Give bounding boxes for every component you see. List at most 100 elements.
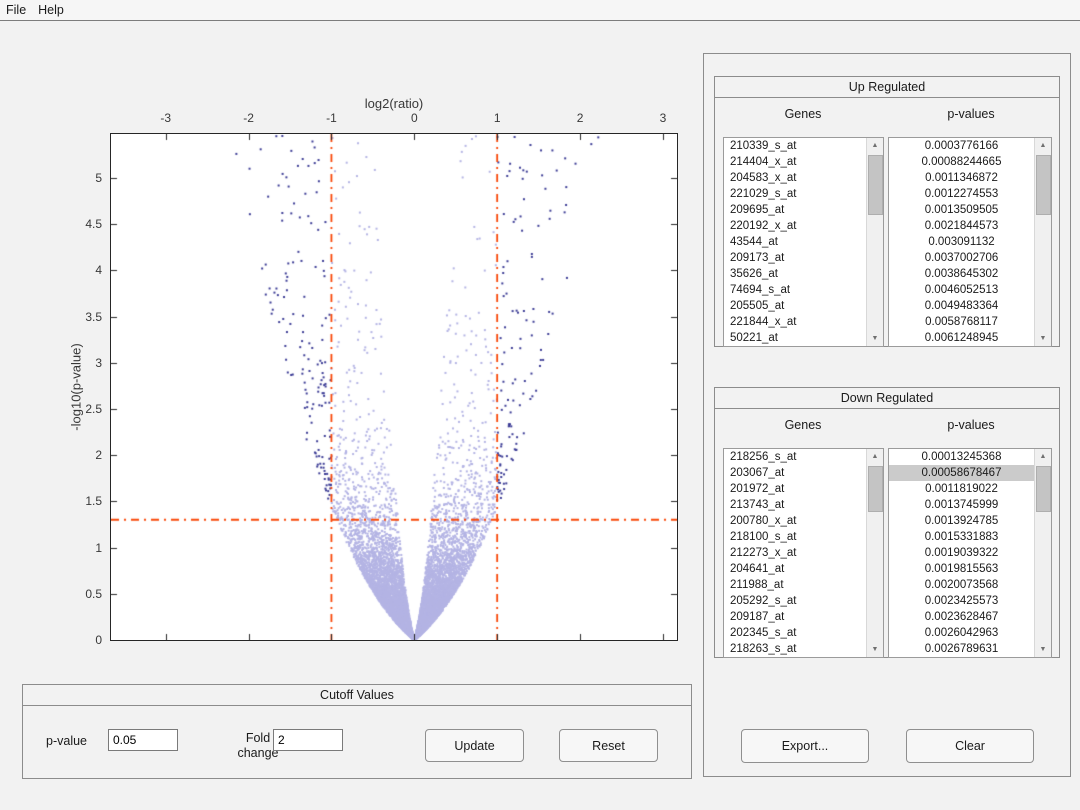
pvalue-list-item[interactable]: 0.0012274553 xyxy=(889,186,1034,202)
pvalue-list-item[interactable]: 0.0026042963 xyxy=(889,625,1034,641)
pvalue-list-item[interactable]: 0.0003776166 xyxy=(889,138,1034,154)
gene-list-item[interactable]: 35626_at xyxy=(724,266,866,282)
down-genes-listbox[interactable]: 218256_s_at203067_at201972_at213743_at20… xyxy=(723,448,884,658)
gene-list-item[interactable]: 209695_at xyxy=(724,202,866,218)
scroll-thumb[interactable] xyxy=(1036,155,1051,215)
update-button[interactable]: Update xyxy=(425,729,524,762)
scroll-up-icon[interactable]: ▲ xyxy=(1035,449,1051,464)
p-value-input[interactable] xyxy=(108,729,178,751)
pvalue-list-item[interactable]: 0.0011819022 xyxy=(889,481,1034,497)
x-tick-label: 1 xyxy=(494,111,501,125)
scrollbar[interactable]: ▲ ▼ xyxy=(866,138,883,346)
pvalue-list-item[interactable]: 0.0049483364 xyxy=(889,298,1034,314)
scroll-thumb[interactable] xyxy=(1036,466,1051,512)
pvalue-list-item[interactable]: 0.0013924785 xyxy=(889,513,1034,529)
gene-list-item[interactable]: 218256_s_at xyxy=(724,449,866,465)
gene-list-item[interactable]: 221029_s_at xyxy=(724,186,866,202)
down-pvalues-listbox[interactable]: 0.000132453680.000586784670.00118190220.… xyxy=(888,448,1052,658)
pvalue-list-item[interactable]: 0.0015331883 xyxy=(889,529,1034,545)
gene-list-item[interactable]: 213743_at xyxy=(724,497,866,513)
scroll-up-icon[interactable]: ▲ xyxy=(867,138,883,153)
plot-box xyxy=(110,133,678,641)
pvalue-list-item[interactable]: 0.0026789631 xyxy=(889,641,1034,657)
x-tick-label: 3 xyxy=(660,111,667,125)
gene-list-item[interactable]: 211988_at xyxy=(724,577,866,593)
x-tick-label: -3 xyxy=(160,111,171,125)
gene-list-item[interactable]: 209187_at xyxy=(724,609,866,625)
menu-help[interactable]: Help xyxy=(32,3,70,17)
clear-button[interactable]: Clear xyxy=(906,729,1034,763)
gene-list-item[interactable]: 209173_at xyxy=(724,250,866,266)
pvalue-list-item[interactable]: 0.0011346872 xyxy=(889,170,1034,186)
scroll-down-icon[interactable]: ▼ xyxy=(1035,331,1051,346)
gene-list-item[interactable]: 202345_s_at xyxy=(724,625,866,641)
pvalue-list-item[interactable]: 0.0023628467 xyxy=(889,609,1034,625)
gene-list-item[interactable]: 203067_at xyxy=(724,465,866,481)
gene-list-item[interactable]: 205505_at xyxy=(724,298,866,314)
gene-list-item[interactable]: 210339_s_at xyxy=(724,138,866,154)
pvalue-list-item[interactable]: 0.00088244665 xyxy=(889,154,1034,170)
gene-list-item[interactable]: 212273_x_at xyxy=(724,545,866,561)
y-tick-label: 5 xyxy=(40,171,102,185)
up-pvalues-header: p-values xyxy=(891,107,1051,121)
gene-list-item[interactable]: 218100_s_at xyxy=(724,529,866,545)
pvalue-list-item[interactable]: 0.00013245368 xyxy=(889,449,1034,465)
x-tick-label: -2 xyxy=(243,111,254,125)
x-axis-label: log2(ratio) xyxy=(365,96,424,111)
pvalue-list-item[interactable]: 0.0023425573 xyxy=(889,593,1034,609)
y-tick-label: 4.5 xyxy=(40,217,102,231)
pvalue-list-item[interactable]: 0.0019815563 xyxy=(889,561,1034,577)
pvalue-list-item[interactable]: 0.0020073568 xyxy=(889,577,1034,593)
scroll-thumb[interactable] xyxy=(868,155,883,215)
up-genes-listbox[interactable]: 210339_s_at214404_x_at204583_x_at221029_… xyxy=(723,137,884,347)
gene-list-item[interactable]: 214404_x_at xyxy=(724,154,866,170)
p-value-label: p-value xyxy=(46,734,87,748)
scroll-down-icon[interactable]: ▼ xyxy=(867,331,883,346)
gene-list-item[interactable]: 221844_x_at xyxy=(724,314,866,330)
gene-list-item[interactable]: 43544_at xyxy=(724,234,866,250)
fold-change-input[interactable] xyxy=(273,729,343,751)
scroll-down-icon[interactable]: ▼ xyxy=(867,642,883,657)
pvalue-list-item[interactable]: 0.00058678467 xyxy=(889,465,1034,481)
y-tick-label: 1.5 xyxy=(40,494,102,508)
pvalue-list-item[interactable]: 0.0058768117 xyxy=(889,314,1034,330)
gene-list-item[interactable]: 200780_x_at xyxy=(724,513,866,529)
regulated-genes-panel: Up Regulated Genes p-values 210339_s_at2… xyxy=(703,53,1071,777)
pvalue-list-item[interactable]: 0.0038645302 xyxy=(889,266,1034,282)
scroll-thumb[interactable] xyxy=(868,466,883,512)
reset-button[interactable]: Reset xyxy=(559,729,658,762)
gene-list-item[interactable]: 204583_x_at xyxy=(724,170,866,186)
y-tick-label: 2.5 xyxy=(40,402,102,416)
pvalue-list-item[interactable]: 0.0046052513 xyxy=(889,282,1034,298)
down-regulated-box: Down Regulated Genes p-values 218256_s_a… xyxy=(714,387,1060,658)
scroll-up-icon[interactable]: ▲ xyxy=(1035,138,1051,153)
y-tick-label: 3 xyxy=(40,356,102,370)
gene-list-item[interactable]: 201972_at xyxy=(724,481,866,497)
up-regulated-title: Up Regulated xyxy=(715,77,1059,98)
gene-list-item[interactable]: 220192_x_at xyxy=(724,218,866,234)
scroll-down-icon[interactable]: ▼ xyxy=(1035,642,1051,657)
pvalue-list-item[interactable]: 0.003091132 xyxy=(889,234,1034,250)
gene-list-item[interactable]: 205292_s_at xyxy=(724,593,866,609)
gene-list-item[interactable]: 50221_at xyxy=(724,330,866,346)
cutoff-values-panel: Cutoff Values p-value Fold change Update… xyxy=(22,684,692,779)
pvalue-list-item[interactable]: 0.0061248945 xyxy=(889,330,1034,346)
up-pvalues-listbox[interactable]: 0.00037761660.000882446650.00113468720.0… xyxy=(888,137,1052,347)
scrollbar[interactable]: ▲ ▼ xyxy=(1034,138,1051,346)
pvalue-list-item[interactable]: 0.0021844573 xyxy=(889,218,1034,234)
volcano-scatter-canvas[interactable] xyxy=(111,134,677,640)
gene-list-item[interactable]: 218263_s_at xyxy=(724,641,866,657)
gene-list-item[interactable]: 74694_s_at xyxy=(724,282,866,298)
scrollbar[interactable]: ▲ ▼ xyxy=(1034,449,1051,657)
pvalue-list-item[interactable]: 0.0013509505 xyxy=(889,202,1034,218)
pvalue-list-item[interactable]: 0.0019039322 xyxy=(889,545,1034,561)
scroll-up-icon[interactable]: ▲ xyxy=(867,449,883,464)
menu-file[interactable]: File xyxy=(0,3,32,17)
export-button[interactable]: Export... xyxy=(741,729,869,763)
pvalue-list-item[interactable]: 0.0013745999 xyxy=(889,497,1034,513)
x-tick-label: 0 xyxy=(411,111,418,125)
pvalue-list-item[interactable]: 0.0037002706 xyxy=(889,250,1034,266)
y-tick-label: 1 xyxy=(40,541,102,555)
scrollbar[interactable]: ▲ ▼ xyxy=(866,449,883,657)
gene-list-item[interactable]: 204641_at xyxy=(724,561,866,577)
